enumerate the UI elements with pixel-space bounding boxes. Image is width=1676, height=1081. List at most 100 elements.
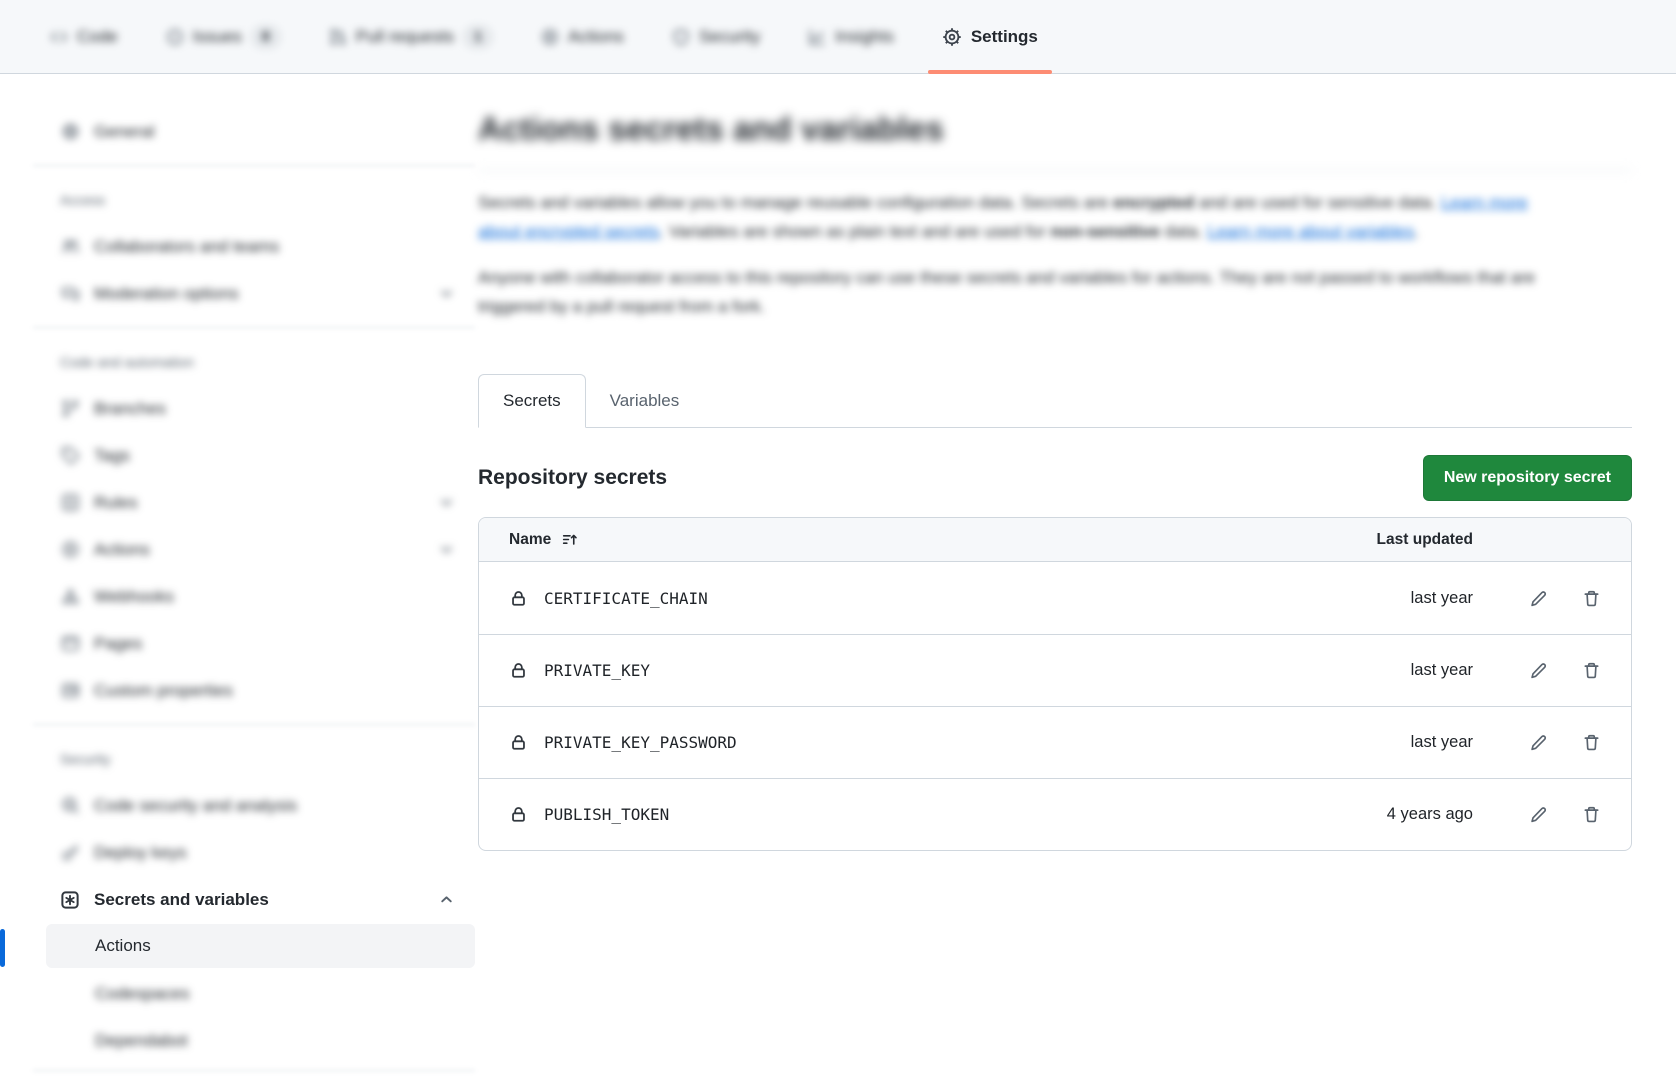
tab-insights[interactable]: Insights	[788, 0, 914, 73]
sidebar-item-tags[interactable]: Tags	[33, 432, 475, 479]
name-column-header[interactable]: Name	[509, 531, 1323, 549]
sidebar-item-collaborators-and-teams[interactable]: Collaborators and teams	[33, 223, 475, 270]
edit-secret-button[interactable]	[1529, 805, 1548, 824]
tab-code[interactable]: Code	[30, 0, 138, 73]
sidebar-subitem-codespaces[interactable]: Codespaces	[33, 970, 475, 1017]
sidebar-section-access: Access	[33, 176, 475, 223]
sidebar-item-secrets-and-variables[interactable]: Secrets and variables	[33, 876, 475, 923]
tab-label: Pull requests	[356, 27, 454, 47]
secret-last-updated: last year	[1323, 661, 1473, 680]
edit-secret-button[interactable]	[1529, 733, 1548, 752]
secret-row-actions	[1473, 589, 1603, 608]
tab-pull-requests[interactable]: Pull requests 1	[309, 0, 513, 73]
id-badge-icon	[60, 681, 80, 700]
sidebar-item-label: Webhooks	[94, 587, 455, 607]
tab-issues[interactable]: Issues 8	[146, 0, 301, 73]
git-pull-request-icon	[329, 28, 347, 46]
sidebar-item-branches[interactable]: Branches	[33, 385, 475, 432]
secret-name: PUBLISH_TOKEN	[544, 805, 669, 824]
sidebar-item-moderation-options[interactable]: Moderation options	[33, 270, 475, 317]
sort-ascending-icon	[561, 531, 578, 548]
secret-name-cell: PRIVATE_KEY	[509, 661, 1323, 680]
comment-discussion-icon	[60, 284, 80, 303]
edit-secret-button[interactable]	[1529, 661, 1548, 680]
main-content: Actions secrets and variables Secrets an…	[478, 108, 1632, 851]
sidebar-item-label: Tags	[94, 446, 455, 466]
sidebar-item-label: Deploy keys	[94, 843, 455, 863]
sidebar-item-label: Actions	[94, 540, 424, 560]
chevron-down-icon	[438, 541, 455, 558]
sidebar-subitem-dependabot[interactable]: Dependabot	[33, 1017, 475, 1064]
secret-name: PRIVATE_KEY_PASSWORD	[544, 733, 737, 752]
secret-name-cell: PUBLISH_TOKEN	[509, 805, 1323, 824]
secrets-subitem-actions-wrap: Actions	[33, 924, 475, 968]
sidebar-item-custom-properties[interactable]: Custom properties	[33, 667, 475, 714]
tab-secrets[interactable]: Secrets	[478, 374, 586, 428]
sidebar-item-label: Collaborators and teams	[94, 237, 455, 257]
intro-text-segment: Secrets and variables allow you to manag…	[478, 193, 1113, 212]
sidebar-item-actions[interactable]: Actions	[33, 526, 475, 573]
lock-icon	[509, 805, 528, 824]
intro-bold-encrypted: encrypted	[1113, 193, 1194, 212]
browser-icon	[60, 634, 80, 653]
sidebar-divider	[33, 165, 475, 166]
sidebar-item-label: Codespaces	[95, 984, 190, 1004]
delete-secret-button[interactable]	[1582, 589, 1601, 608]
sidebar-item-label: Actions	[95, 936, 151, 956]
play-circle-icon	[60, 540, 80, 559]
secrets-variables-tabnav: Secrets Variables	[478, 373, 1632, 428]
secret-name-cell: PRIVATE_KEY_PASSWORD	[509, 733, 1323, 752]
lock-icon	[509, 589, 528, 608]
tab-label: Insights	[835, 27, 894, 47]
sidebar-item-pages[interactable]: Pages	[33, 620, 475, 667]
issues-count-badge: 8	[251, 25, 281, 49]
tab-security[interactable]: Security	[652, 0, 780, 73]
sidebar-item-general[interactable]: General	[33, 108, 475, 155]
key-asterisk-icon	[60, 890, 80, 910]
secret-last-updated: last year	[1323, 733, 1473, 752]
sidebar-item-deploy-keys[interactable]: Deploy keys	[33, 829, 475, 876]
sidebar-section-code-and-automation: Code and automation	[33, 338, 475, 385]
edit-secret-button[interactable]	[1529, 589, 1548, 608]
delete-secret-button[interactable]	[1582, 661, 1601, 680]
intro-text-segment: . Variables are shown as plain text and …	[659, 222, 1050, 241]
tag-icon	[60, 446, 80, 465]
sidebar-item-label: Dependabot	[95, 1031, 188, 1051]
selected-item-bar	[0, 929, 5, 967]
people-icon	[60, 237, 80, 256]
graph-icon	[808, 28, 826, 46]
intro-paragraph-1: Secrets and variables allow you to manag…	[478, 188, 1540, 246]
table-row: PRIVATE_KEY_PASSWORD last year	[479, 706, 1631, 778]
shield-icon	[672, 28, 690, 46]
page-title: Actions secrets and variables	[478, 108, 1632, 171]
sidebar-item-label: Secrets and variables	[94, 890, 424, 910]
sidebar-subitem-actions[interactable]: Actions	[46, 924, 475, 968]
repository-secrets-header: Repository secrets New repository secret	[478, 455, 1632, 501]
sidebar-item-webhooks[interactable]: Webhooks	[33, 573, 475, 620]
delete-secret-button[interactable]	[1582, 733, 1601, 752]
new-repository-secret-button[interactable]: New repository secret	[1423, 455, 1632, 501]
rules-icon	[60, 493, 80, 512]
secrets-table-header: Name Last updated	[479, 518, 1631, 562]
settings-sidebar: General Access Collaborators and teams M…	[33, 108, 475, 1081]
tab-variables[interactable]: Variables	[586, 374, 704, 427]
gear-icon	[942, 27, 962, 47]
secret-row-actions	[1473, 733, 1603, 752]
tab-label: Code	[77, 27, 118, 47]
tab-settings[interactable]: Settings	[922, 0, 1058, 73]
secret-last-updated: last year	[1323, 589, 1473, 608]
key-icon	[60, 843, 80, 862]
code-icon	[50, 28, 68, 46]
tab-actions[interactable]: Actions	[521, 0, 644, 73]
sidebar-item-code-security-and-analysis[interactable]: Code security and analysis	[33, 782, 475, 829]
issue-opened-icon	[166, 28, 184, 46]
lock-icon	[509, 733, 528, 752]
link-learn-more-variables[interactable]: Learn more about variables	[1207, 222, 1414, 241]
secret-row-actions	[1473, 805, 1603, 824]
chevron-down-icon	[438, 285, 455, 302]
table-row: PUBLISH_TOKEN 4 years ago	[479, 778, 1631, 850]
sidebar-item-label: Branches	[94, 399, 455, 419]
sidebar-item-rules[interactable]: Rules	[33, 479, 475, 526]
tab-label: Actions	[568, 27, 624, 47]
delete-secret-button[interactable]	[1582, 805, 1601, 824]
